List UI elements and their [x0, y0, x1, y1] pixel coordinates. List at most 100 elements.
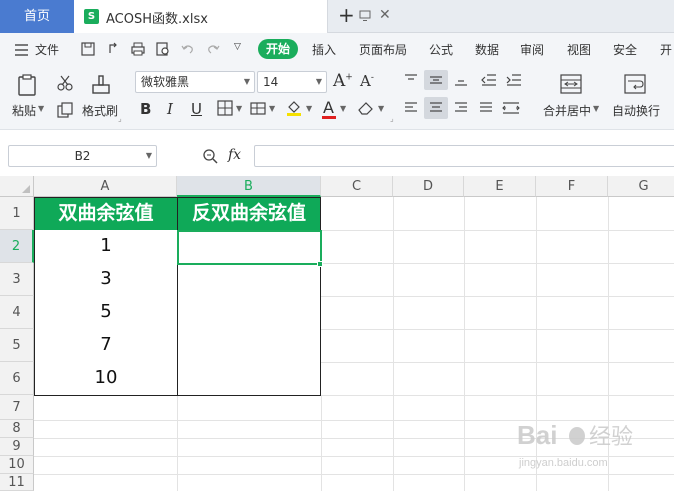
bold-button[interactable]: B	[140, 100, 151, 118]
menu-home[interactable]: 开始	[258, 39, 298, 59]
select-all-corner[interactable]	[0, 176, 34, 197]
formula-input[interactable]	[254, 145, 674, 167]
new-tab-button[interactable]: +	[338, 3, 355, 27]
cell-a1-header[interactable]: 双曲余弦值	[34, 197, 178, 231]
tab-document[interactable]: S ACOSH函数.xlsx ✕	[74, 0, 391, 33]
cell-b1-header[interactable]: 反双曲余弦值	[177, 197, 321, 231]
tab-home[interactable]: 首页	[0, 0, 74, 33]
merge-center-icon[interactable]	[560, 73, 582, 95]
close-tab-icon[interactable]: ✕	[379, 7, 391, 23]
fx-button[interactable]: fx	[228, 147, 241, 163]
align-bottom-icon[interactable]	[454, 74, 468, 86]
align-middle-icon[interactable]	[429, 74, 443, 86]
cell-style-dropdown-icon[interactable]: ▼	[269, 104, 275, 113]
row-header-6[interactable]: 6	[0, 362, 34, 395]
menu-security[interactable]: 安全	[613, 41, 637, 58]
cell-b5[interactable]	[177, 329, 321, 363]
save-icon[interactable]	[80, 41, 96, 57]
cut-icon[interactable]	[56, 74, 74, 92]
menu-insert[interactable]: 插入	[312, 41, 336, 58]
cell-a5[interactable]: 7	[34, 329, 178, 363]
font-launcher-icon[interactable]: ⌟	[390, 114, 394, 123]
fill-color-icon[interactable]	[285, 99, 303, 117]
merge-dropdown-icon[interactable]: ▼	[593, 104, 599, 113]
font-color-dropdown-icon[interactable]: ▼	[340, 104, 346, 113]
underline-button[interactable]: U	[191, 100, 202, 118]
cell-a2[interactable]: 1	[34, 230, 178, 264]
cell-style-icon[interactable]	[250, 100, 266, 116]
increase-indent-icon[interactable]	[506, 73, 522, 87]
print-icon[interactable]	[130, 41, 146, 57]
wrap-text-icon[interactable]	[624, 73, 646, 95]
menu-review[interactable]: 审阅	[520, 41, 544, 58]
redo-icon[interactable]	[205, 41, 221, 57]
increase-font-icon[interactable]: A+	[333, 71, 353, 91]
row-header-1[interactable]: 1	[0, 197, 34, 230]
cell-b3[interactable]	[177, 263, 321, 297]
copy-icon[interactable]	[56, 101, 74, 119]
cell-b6[interactable]	[177, 362, 321, 396]
wrap-text-button[interactable]: 自动换行	[612, 102, 660, 119]
undo-icon[interactable]	[180, 41, 196, 57]
merge-center-button[interactable]: 合并居中	[543, 102, 591, 119]
column-header-d[interactable]: D	[393, 176, 464, 197]
menu-formula[interactable]: 公式	[429, 41, 453, 58]
monitor-icon[interactable]	[359, 10, 371, 22]
font-color-icon[interactable]: A	[323, 98, 334, 117]
cell-a6[interactable]: 10	[34, 362, 178, 396]
menu-file[interactable]: 文件	[35, 41, 59, 58]
menu-bar: 文件 ▽ 开始 插入 页面布局 公式 数据 审阅 视图 安全 开	[0, 33, 674, 65]
menu-view[interactable]: 视图	[567, 41, 591, 58]
font-family-select[interactable]: 微软雅黑 ▼	[135, 71, 255, 93]
fill-color-dropdown-icon[interactable]: ▼	[306, 104, 312, 113]
row-header-8[interactable]: 8	[0, 420, 34, 438]
fill-handle[interactable]	[317, 261, 323, 267]
decrease-font-icon[interactable]: A-	[360, 72, 374, 90]
format-painter-icon[interactable]	[90, 73, 112, 97]
column-header-f[interactable]: F	[536, 176, 608, 197]
clipboard-launcher-icon[interactable]: ⌟	[118, 114, 122, 123]
column-header-e[interactable]: E	[464, 176, 536, 197]
paste-button[interactable]: 粘贴	[12, 102, 36, 119]
row-header-10[interactable]: 10	[0, 456, 34, 474]
align-left-icon[interactable]	[404, 101, 418, 115]
font-size-select[interactable]: 14 ▼	[257, 71, 327, 93]
justify-icon[interactable]	[479, 101, 493, 115]
customize-dropdown-icon[interactable]: ▽	[234, 42, 241, 52]
row-header-2[interactable]: 2	[0, 230, 34, 263]
align-center-icon[interactable]	[429, 101, 443, 115]
export-icon[interactable]	[106, 41, 122, 57]
row-header-3[interactable]: 3	[0, 263, 34, 296]
column-header-b[interactable]: B	[177, 176, 321, 197]
row-header-9[interactable]: 9	[0, 438, 34, 456]
cell-b4[interactable]	[177, 296, 321, 330]
borders-icon[interactable]	[217, 100, 233, 116]
row-header-5[interactable]: 5	[0, 329, 34, 362]
column-header-c[interactable]: C	[321, 176, 393, 197]
menu-more[interactable]: 开	[660, 41, 672, 58]
paste-icon[interactable]	[15, 73, 39, 97]
row-header-11[interactable]: 11	[0, 474, 34, 491]
borders-dropdown-icon[interactable]: ▼	[236, 104, 242, 113]
paste-dropdown-icon[interactable]: ▼	[38, 104, 44, 113]
align-right-icon[interactable]	[454, 101, 468, 115]
menu-page-layout[interactable]: 页面布局	[359, 41, 407, 58]
name-box[interactable]: B2 ▼	[8, 145, 157, 167]
clear-dropdown-icon[interactable]: ▼	[378, 104, 384, 113]
menu-data[interactable]: 数据	[475, 41, 499, 58]
eraser-icon[interactable]	[357, 100, 375, 116]
column-header-g[interactable]: G	[608, 176, 674, 197]
print-preview-icon[interactable]	[155, 41, 171, 57]
hamburger-icon[interactable]	[14, 42, 30, 58]
row-header-7[interactable]: 7	[0, 395, 34, 420]
distributed-align-icon[interactable]	[502, 101, 520, 115]
column-header-a[interactable]: A	[34, 176, 177, 197]
cell-a4[interactable]: 5	[34, 296, 178, 330]
row-header-4[interactable]: 4	[0, 296, 34, 329]
decrease-indent-icon[interactable]	[481, 73, 497, 87]
italic-button[interactable]: I	[167, 100, 173, 118]
format-painter-button[interactable]: 格式刷	[82, 102, 118, 119]
cell-a3[interactable]: 3	[34, 263, 178, 297]
zoom-search-icon[interactable]	[202, 148, 218, 164]
align-top-icon[interactable]	[404, 74, 418, 86]
